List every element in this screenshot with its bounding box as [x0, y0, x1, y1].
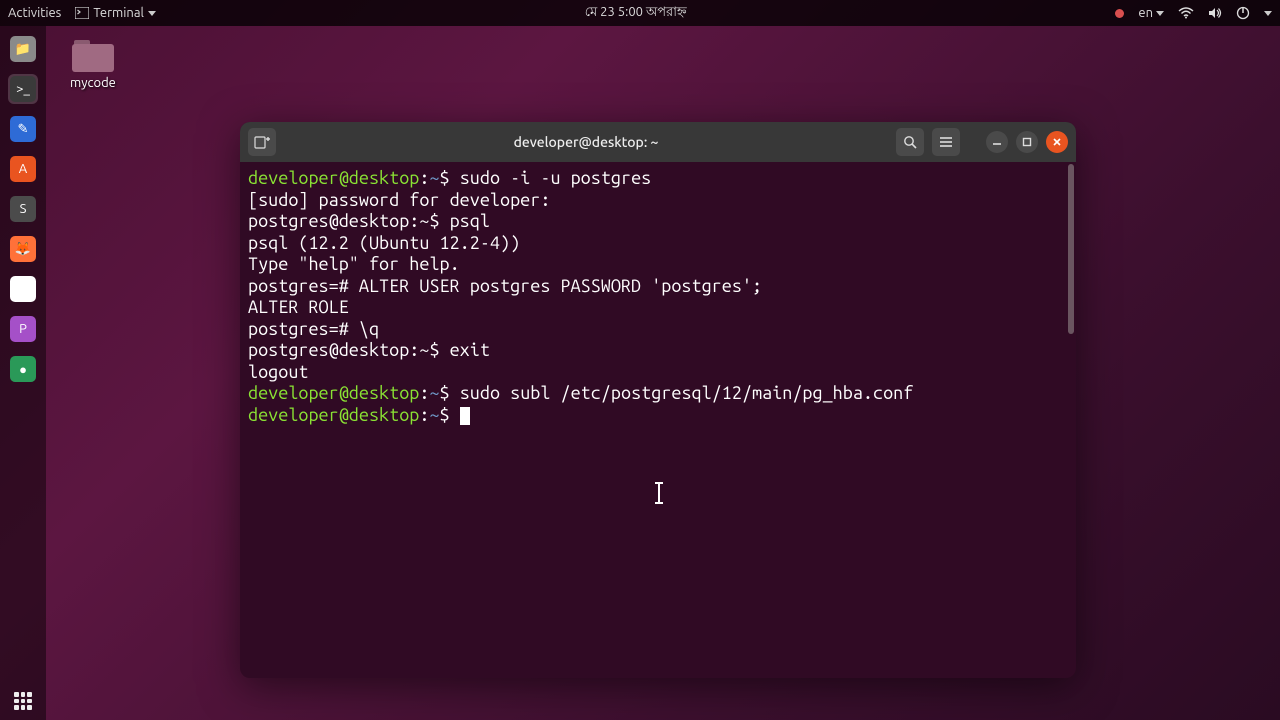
block-cursor — [460, 407, 470, 425]
folder-label: mycode — [70, 76, 116, 90]
input-language[interactable]: en — [1138, 6, 1164, 20]
minimize-icon — [992, 137, 1002, 147]
window-titlebar[interactable]: developer@desktop: ~ — [240, 122, 1076, 162]
clock[interactable]: মে 23 5:00 অপরাহ্ন — [156, 3, 1115, 24]
prompt-line: developer@desktop:~$ sudo subl /etc/post… — [248, 383, 1068, 405]
top-panel: Activities Terminal মে 23 5:00 অপরাহ্ন e… — [0, 0, 1280, 26]
sublime-icon[interactable]: S — [8, 194, 38, 224]
activities-button[interactable]: Activities — [8, 6, 61, 20]
close-button[interactable] — [1046, 131, 1068, 153]
text-cursor-icon — [658, 484, 660, 502]
output-line: Type "help" for help. — [248, 254, 1068, 276]
chevron-down-icon — [148, 11, 156, 16]
record-indicator-icon — [1115, 9, 1124, 18]
chevron-down-icon — [1156, 11, 1164, 16]
terminal-menu-icon — [75, 7, 89, 19]
volume-icon[interactable] — [1208, 7, 1222, 19]
prompt-line: developer@desktop:~$ sudo -i -u postgres — [248, 168, 1068, 190]
maximize-button[interactable] — [1016, 131, 1038, 153]
firefox-icon[interactable]: 🦊 — [8, 234, 38, 264]
phpstorm-icon[interactable]: P — [8, 314, 38, 344]
files-icon[interactable]: 📁 — [8, 34, 38, 64]
chevron-down-icon — [1264, 11, 1272, 16]
gedit-icon[interactable]: ✎ — [8, 114, 38, 144]
new-tab-icon — [254, 135, 270, 149]
close-icon — [1052, 137, 1062, 147]
output-line: postgres=# \q — [248, 319, 1068, 341]
new-tab-button[interactable] — [248, 128, 276, 156]
app-menu[interactable]: Terminal — [75, 6, 156, 20]
menu-button[interactable] — [932, 128, 960, 156]
output-line: [sudo] password for developer: — [248, 190, 1068, 212]
power-icon[interactable] — [1236, 6, 1250, 20]
maximize-icon — [1022, 137, 1032, 147]
show-applications-icon[interactable] — [14, 692, 32, 710]
minimize-button[interactable] — [986, 131, 1008, 153]
output-line: postgres@desktop:~$ exit — [248, 340, 1068, 362]
folder-icon — [72, 40, 114, 72]
software-icon[interactable]: A — [8, 154, 38, 184]
output-line: logout — [248, 362, 1068, 384]
app-icon[interactable]: ● — [8, 354, 38, 384]
dock: 📁 >_ ✎ AS 🦊 ◉ P ● — [0, 26, 46, 720]
hamburger-icon — [939, 136, 953, 148]
scrollbar[interactable] — [1068, 164, 1074, 334]
chrome-icon[interactable]: ◉ — [8, 274, 38, 304]
prompt-line: developer@desktop:~$ — [248, 405, 1068, 427]
search-icon — [903, 135, 917, 149]
desktop-folder-mycode[interactable]: mycode — [70, 40, 116, 90]
output-line: postgres=# ALTER USER postgres PASSWORD … — [248, 276, 1068, 298]
output-line: psql (12.2 (Ubuntu 12.2-4)) — [248, 233, 1068, 255]
terminal-icon[interactable]: >_ — [8, 74, 38, 104]
terminal-window: developer@desktop: ~ developer@desktop:~… — [240, 122, 1076, 678]
wifi-icon[interactable] — [1178, 7, 1194, 19]
search-button[interactable] — [896, 128, 924, 156]
terminal-content[interactable]: developer@desktop:~$ sudo -i -u postgres… — [240, 162, 1076, 678]
output-line: postgres@desktop:~$ psql — [248, 211, 1068, 233]
window-title: developer@desktop: ~ — [284, 134, 888, 150]
app-menu-label: Terminal — [93, 6, 144, 20]
output-line: ALTER ROLE — [248, 297, 1068, 319]
